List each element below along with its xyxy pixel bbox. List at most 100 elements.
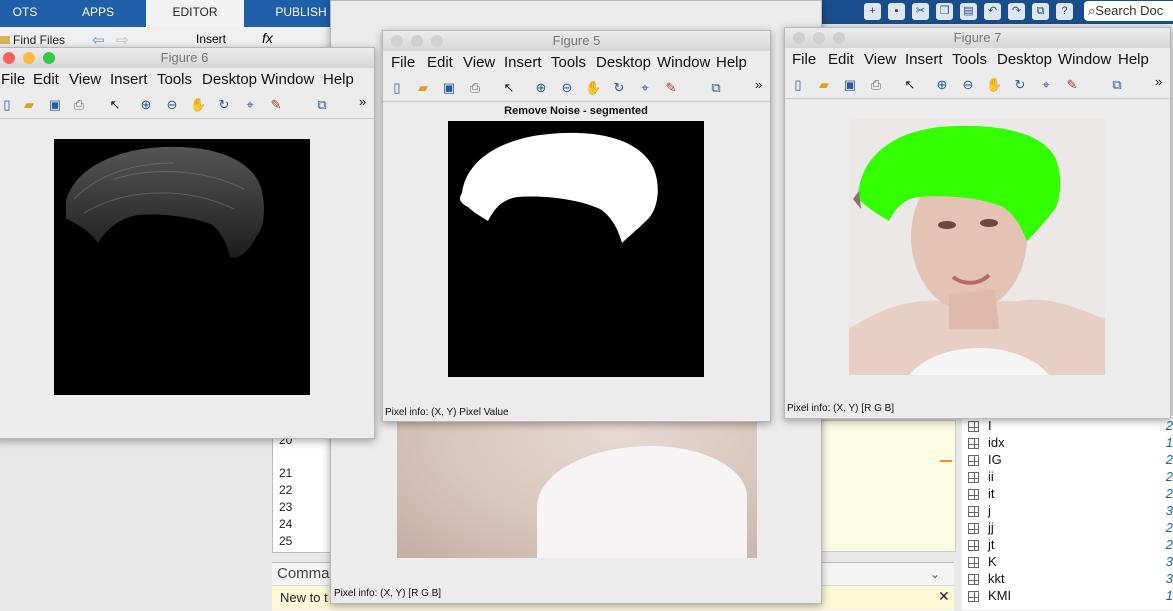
brush-icon[interactable]: ✎	[1064, 77, 1080, 93]
menu-view[interactable]: View	[69, 71, 101, 88]
new-icon[interactable]: ▯	[389, 80, 405, 96]
menu-help[interactable]: Help	[323, 71, 354, 88]
pan-icon[interactable]: ✋	[585, 80, 601, 96]
save-icon[interactable]: ▪	[888, 3, 905, 20]
copy-icon[interactable]: ❐	[936, 3, 953, 20]
pointer-icon[interactable]: ↖	[501, 80, 517, 96]
save-icon[interactable]: ▣	[47, 97, 63, 113]
tab-apps[interactable]: APPS	[58, 0, 138, 27]
maximize-button[interactable]	[431, 35, 443, 47]
menu-help[interactable]: Help	[1118, 51, 1149, 68]
chevron-down-icon[interactable]: ⌄	[930, 567, 940, 581]
figure5-window[interactable]: Figure 5 File Edit View Insert Tools Des…	[382, 30, 771, 422]
menu-window[interactable]: Window	[261, 71, 316, 88]
pointer-icon[interactable]: ↖	[107, 97, 123, 113]
rotate-icon[interactable]: ↻	[1012, 77, 1028, 93]
pointer-icon[interactable]: ↖	[902, 77, 918, 93]
menu-desktop[interactable]: Desktop	[997, 51, 1053, 68]
workspace-variable-row[interactable]: kkt 3	[966, 571, 1173, 588]
workspace-variable-row[interactable]: it 2	[966, 486, 1173, 503]
close-button[interactable]	[793, 32, 805, 44]
rotate-icon[interactable]: ↻	[611, 80, 627, 96]
workspace-variable-row[interactable]: j3	[966, 503, 1173, 520]
brush-icon[interactable]: ✎	[663, 80, 679, 96]
editor-code-area[interactable]	[820, 420, 956, 552]
open-icon[interactable]: ▰	[816, 77, 832, 93]
workspace-variable-row[interactable]: idx 1	[966, 435, 1173, 452]
open-icon[interactable]: ▰	[415, 80, 431, 96]
brush-icon[interactable]: ✎	[268, 97, 284, 113]
minimize-button[interactable]	[23, 52, 35, 64]
menu-desktop[interactable]: Desktop	[202, 71, 257, 88]
print-icon[interactable]: ⎙	[868, 77, 884, 93]
workspace-variable-row[interactable]: ii 2	[966, 469, 1173, 486]
menu-edit[interactable]: Edit	[828, 51, 854, 68]
tab-publish[interactable]: PUBLISH	[270, 0, 332, 27]
menu-view[interactable]: View	[463, 54, 495, 71]
menu-file[interactable]: File	[792, 51, 816, 68]
new-icon[interactable]: +	[864, 3, 881, 20]
zoom-out-icon[interactable]: ⊖	[960, 77, 976, 93]
insert-button[interactable]: Insert	[196, 32, 226, 46]
menu-insert[interactable]: Insert	[504, 54, 542, 71]
close-button[interactable]	[3, 52, 15, 64]
overflow-chevron[interactable]: »	[359, 94, 366, 109]
figure6-window[interactable]: Figure 6 File Edit View Insert Tools Des…	[0, 47, 375, 439]
new-icon[interactable]: ▯	[790, 77, 806, 93]
workspace-variable-row[interactable]: I2	[966, 418, 1173, 435]
workspace-variable-row[interactable]: jj 2	[966, 520, 1173, 537]
pan-icon[interactable]: ✋	[190, 97, 206, 113]
menu-insert[interactable]: Insert	[110, 71, 148, 88]
redo-icon[interactable]: ↷	[1008, 3, 1025, 20]
cut-icon[interactable]: ✂	[912, 3, 929, 20]
tab-editor[interactable]: EDITOR	[146, 0, 244, 27]
data-cursor-icon[interactable]: ⌖	[637, 80, 653, 96]
zoom-out-icon[interactable]: ⊖	[164, 97, 180, 113]
close-icon[interactable]: ✕	[938, 588, 950, 605]
menu-edit[interactable]: Edit	[427, 54, 453, 71]
undo-icon[interactable]: ↶	[984, 3, 1001, 20]
menu-file[interactable]: File	[1, 71, 25, 88]
fx-button[interactable]: fx	[262, 30, 273, 46]
switch-windows-icon[interactable]: ⧉	[1032, 3, 1049, 20]
close-button[interactable]	[391, 35, 403, 47]
rotate-icon[interactable]: ↻	[216, 97, 232, 113]
tab-plots[interactable]: OTS	[0, 0, 50, 27]
data-cursor-icon[interactable]: ⌖	[1038, 77, 1054, 93]
pan-icon[interactable]: ✋	[986, 77, 1002, 93]
figure7-window[interactable]: Figure 7 File Edit View Insert Tools Des…	[784, 27, 1171, 419]
workspace-variable-row[interactable]: IG 2	[966, 452, 1173, 469]
menu-file[interactable]: File	[391, 54, 415, 71]
minimize-button[interactable]	[813, 32, 825, 44]
menu-insert[interactable]: Insert	[905, 51, 943, 68]
menu-edit[interactable]: Edit	[33, 71, 59, 88]
zoom-in-icon[interactable]: ⊕	[138, 97, 154, 113]
print-icon[interactable]: ⎙	[71, 97, 87, 113]
print-icon[interactable]: ⎙	[467, 80, 483, 96]
menu-help[interactable]: Help	[716, 54, 747, 71]
zoom-out-icon[interactable]: ⊖	[559, 80, 575, 96]
zoom-in-icon[interactable]: ⊕	[934, 77, 950, 93]
zoom-in-icon[interactable]: ⊕	[533, 80, 549, 96]
help-icon[interactable]: ?	[1056, 3, 1073, 20]
workspace-variable-row[interactable]: K3	[966, 554, 1173, 571]
menu-window[interactable]: Window	[1058, 51, 1113, 68]
minimize-button[interactable]	[411, 35, 423, 47]
link-icon[interactable]: ⧉	[708, 80, 724, 96]
maximize-button[interactable]	[833, 32, 845, 44]
workspace-variable-row[interactable]: jt 2	[966, 537, 1173, 554]
search-documentation-input[interactable]: ⌕Search Doc	[1084, 1, 1173, 21]
maximize-button[interactable]	[43, 52, 55, 64]
link-icon[interactable]: ⧉	[1109, 77, 1125, 93]
save-icon[interactable]: ▣	[441, 80, 457, 96]
overflow-chevron[interactable]: »	[1155, 74, 1162, 89]
menu-tools[interactable]: Tools	[952, 51, 987, 68]
menu-view[interactable]: View	[864, 51, 896, 68]
menu-tools[interactable]: Tools	[551, 54, 586, 71]
data-cursor-icon[interactable]: ⌖	[242, 97, 258, 113]
menu-desktop[interactable]: Desktop	[596, 54, 652, 71]
find-files-button[interactable]: Find Files	[0, 33, 65, 47]
link-icon[interactable]: ⧉	[314, 97, 330, 113]
open-icon[interactable]: ▰	[21, 97, 37, 113]
save-icon[interactable]: ▣	[842, 77, 858, 93]
